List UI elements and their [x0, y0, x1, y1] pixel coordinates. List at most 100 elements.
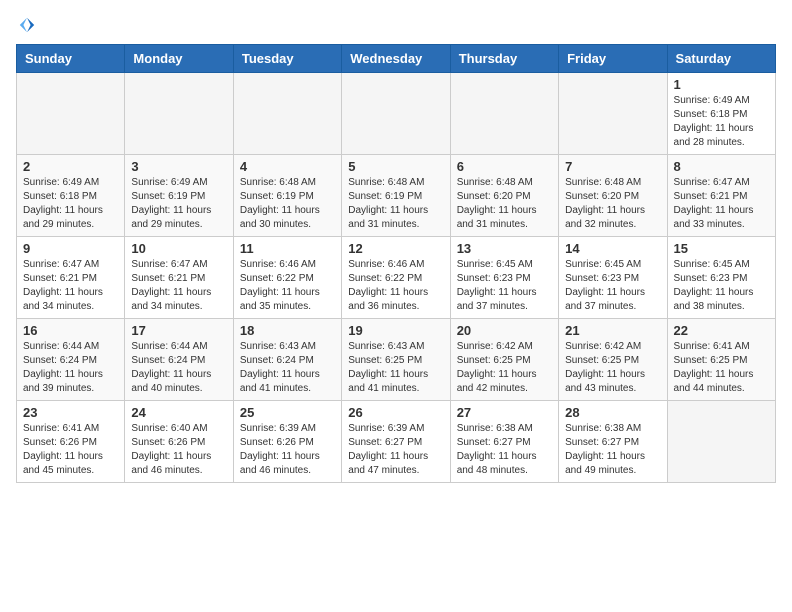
day-number: 1 — [674, 77, 769, 92]
day-info: Sunrise: 6:49 AM Sunset: 6:18 PM Dayligh… — [23, 176, 118, 232]
day-number: 25 — [240, 405, 335, 420]
calendar-header-tuesday: Tuesday — [233, 45, 341, 73]
day-number: 24 — [131, 405, 226, 420]
day-info: Sunrise: 6:48 AM Sunset: 6:19 PM Dayligh… — [240, 176, 335, 232]
calendar-cell — [342, 73, 450, 155]
day-info: Sunrise: 6:42 AM Sunset: 6:25 PM Dayligh… — [565, 340, 660, 396]
calendar-cell: 14 Sunrise: 6:45 AM Sunset: 6:23 PM Dayli… — [559, 237, 667, 319]
day-info: Sunrise: 6:47 AM Sunset: 6:21 PM Dayligh… — [131, 258, 226, 314]
calendar-cell: 3Sunrise: 6:49 AM Sunset: 6:19 PM Daylig… — [125, 155, 233, 237]
day-number: 5 — [348, 159, 443, 174]
calendar-cell — [667, 401, 775, 483]
day-info: Sunrise: 6:48 AM Sunset: 6:20 PM Dayligh… — [565, 176, 660, 232]
day-info: Sunrise: 6:48 AM Sunset: 6:20 PM Dayligh… — [457, 176, 552, 232]
calendar-cell: 6 Sunrise: 6:48 AM Sunset: 6:20 PM Daylig… — [450, 155, 558, 237]
day-number: 2 — [23, 159, 118, 174]
logo-icon — [18, 16, 36, 34]
calendar-week-row: 16 Sunrise: 6:44 AM Sunset: 6:24 PM Dayli… — [17, 319, 776, 401]
calendar-cell: 22 Sunrise: 6:41 AM Sunset: 6:25 PM Dayli… — [667, 319, 775, 401]
calendar-cell: 9 Sunrise: 6:47 AM Sunset: 6:21 PM Daylig… — [17, 237, 125, 319]
calendar-cell: 27 Sunrise: 6:38 AM Sunset: 6:27 PM Dayli… — [450, 401, 558, 483]
day-info: Sunrise: 6:49 AM Sunset: 6:18 PM Dayligh… — [674, 94, 769, 150]
calendar-cell — [559, 73, 667, 155]
calendar-cell — [233, 73, 341, 155]
day-number: 26 — [348, 405, 443, 420]
calendar-cell: 8 Sunrise: 6:47 AM Sunset: 6:21 PM Daylig… — [667, 155, 775, 237]
calendar-cell: 28 Sunrise: 6:38 AM Sunset: 6:27 PM Dayli… — [559, 401, 667, 483]
day-number: 4 — [240, 159, 335, 174]
calendar: SundayMondayTuesdayWednesdayThursdayFrid… — [16, 44, 776, 483]
logo — [16, 16, 36, 34]
day-info: Sunrise: 6:38 AM Sunset: 6:27 PM Dayligh… — [565, 422, 660, 478]
day-info: Sunrise: 6:45 AM Sunset: 6:23 PM Dayligh… — [457, 258, 552, 314]
calendar-cell: 23 Sunrise: 6:41 AM Sunset: 6:26 PM Dayli… — [17, 401, 125, 483]
day-number: 10 — [131, 241, 226, 256]
day-info: Sunrise: 6:39 AM Sunset: 6:27 PM Dayligh… — [348, 422, 443, 478]
calendar-cell: 10 Sunrise: 6:47 AM Sunset: 6:21 PM Dayli… — [125, 237, 233, 319]
day-number: 8 — [674, 159, 769, 174]
calendar-header-thursday: Thursday — [450, 45, 558, 73]
day-number: 16 — [23, 323, 118, 338]
calendar-cell — [17, 73, 125, 155]
calendar-cell: 12 Sunrise: 6:46 AM Sunset: 6:22 PM Dayli… — [342, 237, 450, 319]
day-info: Sunrise: 6:42 AM Sunset: 6:25 PM Dayligh… — [457, 340, 552, 396]
calendar-cell: 11Sunrise: 6:46 AM Sunset: 6:22 PM Dayli… — [233, 237, 341, 319]
day-number: 11 — [240, 241, 335, 256]
day-info: Sunrise: 6:43 AM Sunset: 6:24 PM Dayligh… — [240, 340, 335, 396]
calendar-header-wednesday: Wednesday — [342, 45, 450, 73]
day-number: 14 — [565, 241, 660, 256]
day-number: 6 — [457, 159, 552, 174]
calendar-cell — [450, 73, 558, 155]
calendar-week-row: 9 Sunrise: 6:47 AM Sunset: 6:21 PM Daylig… — [17, 237, 776, 319]
day-number: 13 — [457, 241, 552, 256]
day-info: Sunrise: 6:44 AM Sunset: 6:24 PM Dayligh… — [23, 340, 118, 396]
calendar-week-row: 23 Sunrise: 6:41 AM Sunset: 6:26 PM Dayli… — [17, 401, 776, 483]
day-number: 3 — [131, 159, 226, 174]
calendar-cell: 24Sunrise: 6:40 AM Sunset: 6:26 PM Dayli… — [125, 401, 233, 483]
day-number: 12 — [348, 241, 443, 256]
day-number: 21 — [565, 323, 660, 338]
calendar-cell: 19Sunrise: 6:43 AM Sunset: 6:25 PM Dayli… — [342, 319, 450, 401]
day-number: 18 — [240, 323, 335, 338]
day-number: 7 — [565, 159, 660, 174]
calendar-cell: 25Sunrise: 6:39 AM Sunset: 6:26 PM Dayli… — [233, 401, 341, 483]
calendar-week-row: 2 Sunrise: 6:49 AM Sunset: 6:18 PM Daylig… — [17, 155, 776, 237]
calendar-week-row: 1 Sunrise: 6:49 AM Sunset: 6:18 PM Daylig… — [17, 73, 776, 155]
day-number: 28 — [565, 405, 660, 420]
calendar-cell: 20 Sunrise: 6:42 AM Sunset: 6:25 PM Dayli… — [450, 319, 558, 401]
day-info: Sunrise: 6:47 AM Sunset: 6:21 PM Dayligh… — [23, 258, 118, 314]
calendar-header-monday: Monday — [125, 45, 233, 73]
calendar-cell — [125, 73, 233, 155]
day-number: 27 — [457, 405, 552, 420]
calendar-cell: 1 Sunrise: 6:49 AM Sunset: 6:18 PM Daylig… — [667, 73, 775, 155]
day-info: Sunrise: 6:46 AM Sunset: 6:22 PM Dayligh… — [348, 258, 443, 314]
day-number: 22 — [674, 323, 769, 338]
day-info: Sunrise: 6:47 AM Sunset: 6:21 PM Dayligh… — [674, 176, 769, 232]
calendar-cell: 26 Sunrise: 6:39 AM Sunset: 6:27 PM Dayli… — [342, 401, 450, 483]
day-info: Sunrise: 6:38 AM Sunset: 6:27 PM Dayligh… — [457, 422, 552, 478]
day-number: 23 — [23, 405, 118, 420]
calendar-cell: 21 Sunrise: 6:42 AM Sunset: 6:25 PM Dayli… — [559, 319, 667, 401]
day-number: 9 — [23, 241, 118, 256]
day-number: 19 — [348, 323, 443, 338]
calendar-cell: 5 Sunrise: 6:48 AM Sunset: 6:19 PM Daylig… — [342, 155, 450, 237]
calendar-header-sunday: Sunday — [17, 45, 125, 73]
calendar-cell: 7 Sunrise: 6:48 AM Sunset: 6:20 PM Daylig… — [559, 155, 667, 237]
day-info: Sunrise: 6:41 AM Sunset: 6:26 PM Dayligh… — [23, 422, 118, 478]
day-number: 15 — [674, 241, 769, 256]
calendar-header-saturday: Saturday — [667, 45, 775, 73]
day-info: Sunrise: 6:45 AM Sunset: 6:23 PM Dayligh… — [565, 258, 660, 314]
day-info: Sunrise: 6:41 AM Sunset: 6:25 PM Dayligh… — [674, 340, 769, 396]
calendar-cell: 13 Sunrise: 6:45 AM Sunset: 6:23 PM Dayli… — [450, 237, 558, 319]
header — [16, 16, 776, 34]
calendar-cell: 2 Sunrise: 6:49 AM Sunset: 6:18 PM Daylig… — [17, 155, 125, 237]
calendar-cell: 16 Sunrise: 6:44 AM Sunset: 6:24 PM Dayli… — [17, 319, 125, 401]
calendar-cell: 4 Sunrise: 6:48 AM Sunset: 6:19 PM Daylig… — [233, 155, 341, 237]
calendar-header-row: SundayMondayTuesdayWednesdayThursdayFrid… — [17, 45, 776, 73]
day-info: Sunrise: 6:48 AM Sunset: 6:19 PM Dayligh… — [348, 176, 443, 232]
day-number: 17 — [131, 323, 226, 338]
calendar-cell: 15 Sunrise: 6:45 AM Sunset: 6:23 PM Dayli… — [667, 237, 775, 319]
day-number: 20 — [457, 323, 552, 338]
day-info: Sunrise: 6:45 AM Sunset: 6:23 PM Dayligh… — [674, 258, 769, 314]
calendar-cell: 17Sunrise: 6:44 AM Sunset: 6:24 PM Dayli… — [125, 319, 233, 401]
